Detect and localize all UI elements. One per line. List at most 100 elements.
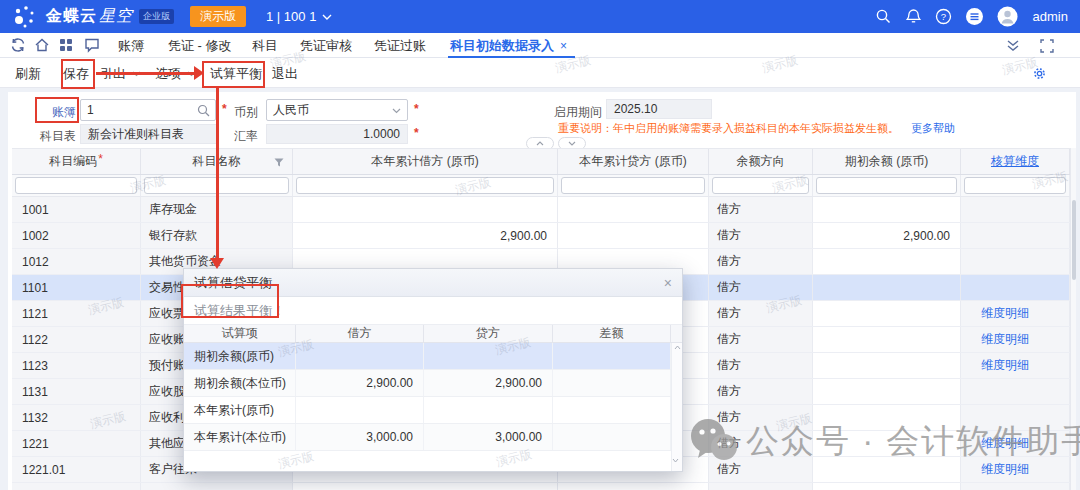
cell-direction[interactable]: 借方 — [709, 275, 813, 300]
col-header-code[interactable]: 科目编码* — [12, 149, 141, 174]
tab-voucher-edit[interactable]: 凭证 - 修改 — [168, 37, 232, 55]
notification-bell-icon[interactable] — [905, 8, 922, 25]
cell-dims[interactable] — [961, 197, 1070, 222]
cell-opening[interactable] — [813, 405, 961, 430]
cell-direction[interactable]: 借方 — [709, 327, 813, 352]
cell-direction[interactable]: 借方 — [709, 249, 813, 274]
dims-link[interactable]: 维度明细 — [981, 331, 1029, 348]
cell-code[interactable]: 1001 — [12, 197, 141, 222]
cell-code[interactable]: 1123 — [12, 353, 141, 378]
filter-code-input[interactable] — [15, 177, 137, 194]
search-icon[interactable] — [875, 8, 892, 25]
trial-row[interactable]: 本年累计(原币) — [184, 397, 682, 424]
dialog-close-icon[interactable]: × — [664, 275, 672, 291]
scroll-up-icon[interactable] — [674, 345, 681, 350]
cell-direction[interactable]: 借方 — [709, 457, 813, 482]
filter-funnel-icon[interactable] — [274, 158, 284, 167]
apps-grid-icon[interactable] — [58, 37, 74, 53]
filter-direction-input[interactable] — [712, 177, 809, 194]
cell-code[interactable]: 1101 — [12, 275, 141, 300]
currency-select[interactable]: 人民币 — [266, 99, 408, 121]
trial-balance-button[interactable]: 试算平衡 — [210, 65, 262, 83]
ledger-input[interactable]: 1 — [80, 99, 216, 121]
tab-account[interactable]: 科目 — [252, 37, 278, 55]
tab-initial-data-entry[interactable]: 科目初始数据录入× — [450, 37, 567, 55]
filter-credit-input[interactable] — [561, 177, 705, 194]
dims-link[interactable]: 维度明细 — [981, 357, 1029, 374]
filter-opening-input[interactable] — [816, 177, 957, 194]
message-icon[interactable] — [84, 37, 100, 53]
tab-close-icon[interactable]: × — [560, 39, 567, 53]
col-header-dims[interactable]: 核算维度 — [961, 149, 1070, 174]
cell-dims[interactable] — [961, 249, 1070, 274]
cell-debit[interactable] — [293, 197, 558, 222]
cell-dims[interactable]: 维度明细 — [961, 327, 1070, 352]
cell-dims[interactable] — [961, 275, 1070, 300]
dims-link[interactable]: 维度明细 — [981, 461, 1029, 478]
org-selector[interactable]: 1 | 100 1 — [266, 9, 316, 24]
cell-opening[interactable] — [813, 249, 961, 274]
trial-row-selected[interactable]: 期初余额(原币) — [184, 343, 682, 370]
cell-code[interactable]: 1121 — [12, 301, 141, 326]
cell-opening[interactable] — [813, 197, 961, 222]
cell-dims[interactable] — [961, 223, 1070, 248]
cell-dims[interactable]: 维度明细 — [961, 457, 1070, 482]
cell-direction[interactable]: 借方 — [709, 223, 813, 248]
cell-dims[interactable]: 维度明细 — [961, 353, 1070, 378]
cell-direction[interactable]: 借方 — [709, 197, 813, 222]
more-help-link[interactable]: 更多帮助 — [911, 121, 955, 136]
cell-opening[interactable] — [813, 327, 961, 352]
cell-direction[interactable]: 借方 — [709, 405, 813, 430]
cell-dims[interactable] — [961, 379, 1070, 404]
scroll-down-icon[interactable] — [672, 458, 679, 463]
cell-code[interactable]: 1221.01 — [12, 457, 141, 482]
fullscreen-icon[interactable] — [1040, 39, 1054, 53]
ledger-search-icon[interactable] — [197, 104, 210, 117]
table-vertical-scrollbar[interactable] — [1070, 148, 1076, 490]
username[interactable]: admin — [1033, 9, 1068, 24]
dims-link[interactable]: 维度明细 — [981, 435, 1029, 452]
cell-credit[interactable] — [558, 197, 709, 222]
cell-dims[interactable]: 维度明细 — [961, 431, 1070, 456]
cell-opening[interactable] — [813, 353, 961, 378]
cell-opening[interactable] — [813, 275, 961, 300]
cell-opening[interactable] — [813, 379, 961, 404]
trial-row[interactable]: 期初余额(本位币) 2,900.00 2,900.00 — [184, 370, 682, 397]
tab-voucher-post[interactable]: 凭证过账 — [374, 37, 426, 55]
tab-voucher-audit[interactable]: 凭证审核 — [300, 37, 352, 55]
cell-opening[interactable] — [813, 301, 961, 326]
avatar[interactable] — [997, 6, 1018, 27]
col-header-dims-label[interactable]: 核算维度 — [991, 153, 1039, 170]
cell-opening[interactable]: 2,900.00 — [813, 223, 961, 248]
cell-dims[interactable] — [961, 405, 1070, 430]
menu-circle-icon[interactable] — [965, 7, 984, 26]
table-row[interactable]: 1002 银行存款 2,900.00 借方 2,900.00 — [12, 223, 1070, 249]
cell-code[interactable]: 1221 — [12, 431, 141, 456]
cell-direction[interactable]: 借方 — [709, 301, 813, 326]
col-header-opening[interactable]: 期初余额 (原币) — [813, 149, 961, 174]
settings-gear-icon[interactable] — [1032, 66, 1047, 81]
tab-ledger[interactable]: 账簿 — [118, 37, 144, 55]
col-header-credit-ytd[interactable]: 本年累计贷方 (原币) — [558, 149, 709, 174]
trial-row[interactable]: 本年累计(本位币) 3,000.00 3,000.00 — [184, 424, 682, 451]
cell-direction[interactable]: 借方 — [709, 353, 813, 378]
cell-code[interactable]: 1122 — [12, 327, 141, 352]
cell-credit[interactable] — [558, 223, 709, 248]
dialog-titlebar[interactable]: 试算借贷平衡 × — [184, 269, 682, 297]
refresh-button[interactable]: 刷新 — [15, 65, 41, 83]
table-row[interactable]: 1001 库存现金 借方 — [12, 197, 1070, 223]
filter-dims-input[interactable] — [964, 177, 1066, 194]
cell-opening[interactable] — [813, 457, 961, 482]
filter-debit-input[interactable] — [296, 177, 554, 194]
cell-direction[interactable]: 借方 — [709, 431, 813, 456]
scrollbar-thumb[interactable] — [1072, 200, 1076, 280]
exit-button[interactable]: 退出 — [272, 65, 298, 83]
col-header-direction[interactable]: 余额方向 — [709, 149, 813, 174]
cell-direction[interactable]: 借方 — [709, 379, 813, 404]
help-icon[interactable]: ? — [935, 8, 952, 25]
home-icon[interactable] — [34, 37, 50, 53]
collapse-tabs-icon[interactable] — [1006, 39, 1020, 53]
save-button[interactable]: 保存 — [63, 65, 89, 83]
dims-link[interactable]: 维度明细 — [981, 305, 1029, 322]
currency-caret-icon[interactable] — [392, 108, 401, 114]
